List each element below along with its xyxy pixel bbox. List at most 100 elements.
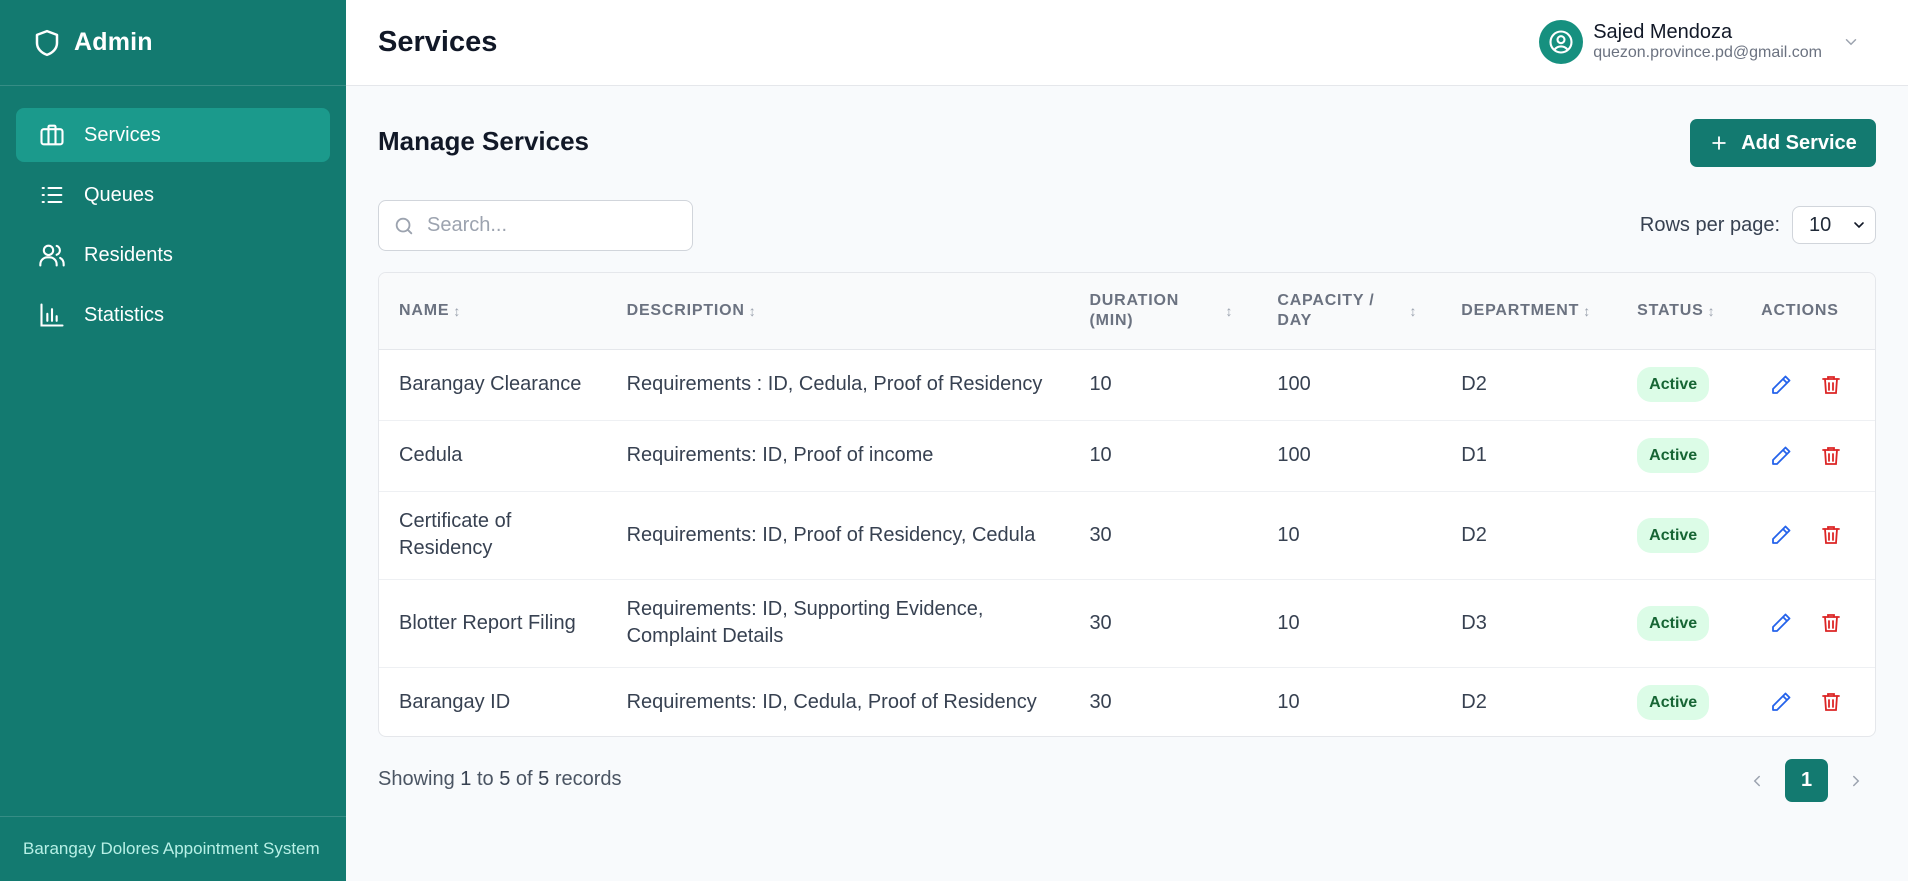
cell-actions — [1741, 491, 1875, 579]
brand-title: Admin — [74, 28, 153, 56]
edit-pencil-icon[interactable] — [1769, 373, 1793, 397]
section-title: Manage Services — [378, 126, 590, 156]
page-title: Services — [378, 26, 498, 58]
cell-actions — [1741, 579, 1875, 667]
column-header-name[interactable]: NAME ↕ — [379, 273, 607, 349]
cell-status: Active — [1617, 667, 1741, 736]
pagination: 1 — [1737, 759, 1876, 802]
search-input[interactable] — [427, 214, 667, 237]
top-header: Services Sajed Mendoza quezon.province.p… — [346, 0, 1908, 86]
cell-status: Active — [1617, 491, 1741, 579]
trash-icon[interactable] — [1819, 523, 1843, 547]
table-row: Barangay Clearance Requirements : ID, Ce… — [379, 349, 1875, 420]
chevron-left-icon — [1753, 775, 1760, 786]
chevron-right-icon — [1853, 775, 1860, 786]
edit-pencil-icon[interactable] — [1769, 444, 1793, 468]
cell-duration: 30 — [1089, 523, 1112, 546]
trash-icon[interactable] — [1819, 444, 1843, 468]
cell-department: D3 — [1461, 611, 1487, 634]
cell-name: Barangay ID — [399, 690, 511, 713]
search-box[interactable] — [378, 200, 693, 251]
sort-icon: ↕ — [1583, 302, 1591, 319]
status-badge: Active — [1637, 438, 1710, 473]
cell-capacity: 10 — [1277, 611, 1300, 634]
cell-capacity: 10 — [1277, 690, 1300, 713]
chevron-down-icon[interactable] — [1842, 33, 1860, 51]
cell-status: Active — [1617, 349, 1741, 420]
next-page-button[interactable] — [1836, 760, 1876, 802]
chevron-down-icon — [1854, 222, 1864, 229]
avatar — [1539, 20, 1584, 64]
sidebar: Admin Services Queues Residents Statisti… — [0, 0, 346, 881]
sidebar-nav: Services Queues Residents Statistics — [0, 86, 346, 370]
trash-icon[interactable] — [1819, 690, 1843, 714]
search-icon — [395, 217, 413, 234]
cell-department: D1 — [1461, 444, 1487, 466]
trash-icon[interactable] — [1819, 611, 1843, 635]
status-badge: Active — [1637, 684, 1710, 720]
column-header-status[interactable]: STATUS ↕ — [1617, 273, 1741, 349]
cell-description: Requirements: ID, Cedula, Proof of Resid… — [626, 690, 1037, 713]
cell-status: Active — [1617, 420, 1741, 491]
user-info: Sajed Mendoza quezon.province.pd@gmail.c… — [1593, 21, 1822, 63]
user-menu[interactable]: Sajed Mendoza quezon.province.pd@gmail.c… — [1539, 20, 1860, 64]
cell-actions — [1741, 349, 1875, 420]
sidebar-item-services[interactable]: Services — [16, 108, 330, 162]
edit-pencil-icon[interactable] — [1769, 523, 1793, 547]
column-header-description[interactable]: DESCRIPTION ↕ — [607, 273, 1070, 349]
cell-capacity: 100 — [1277, 444, 1311, 466]
cell-department: D2 — [1461, 690, 1487, 713]
sidebar-item-queues[interactable]: Queues — [16, 168, 330, 222]
add-service-button[interactable]: Add Service — [1690, 119, 1876, 167]
table-row: Certificate of Residency Requirements: I… — [379, 491, 1875, 579]
sidebar-item-statistics[interactable]: Statistics — [16, 288, 330, 342]
cell-department: D2 — [1461, 373, 1487, 395]
column-header-department[interactable]: DEPARTMENT ↕ — [1441, 273, 1617, 349]
table-row: Cedula Requirements: ID, Proof of income… — [379, 420, 1875, 491]
cell-capacity: 100 — [1277, 373, 1311, 395]
edit-pencil-icon[interactable] — [1769, 611, 1793, 635]
cell-description: Requirements: ID, Proof of income — [626, 444, 934, 466]
rows-per-page-label: Rows per page: — [1639, 213, 1780, 236]
sidebar-item-label: Statistics — [84, 303, 165, 326]
add-service-label: Add Service — [1741, 131, 1857, 154]
sort-icon: ↕ — [1707, 302, 1716, 319]
cell-capacity: 10 — [1277, 523, 1300, 546]
column-header-capacity[interactable]: CAPACITY / DAY ↕ — [1257, 273, 1441, 349]
table-row: Blotter Report Filing Requirements: ID, … — [379, 579, 1875, 667]
page-number-button[interactable]: 1 — [1785, 759, 1828, 802]
cell-status: Active — [1617, 579, 1741, 667]
user-email: quezon.province.pd@gmail.com — [1593, 44, 1822, 61]
cell-duration: 10 — [1089, 444, 1112, 466]
sort-icon: ↕ — [748, 302, 757, 319]
cell-duration: 30 — [1089, 611, 1112, 634]
cell-department: D2 — [1461, 523, 1487, 546]
status-badge: Active — [1637, 367, 1710, 402]
sidebar-item-residents[interactable]: Residents — [16, 228, 330, 282]
cell-name: Blotter Report Filing — [399, 611, 576, 634]
column-header-duration[interactable]: DURATION (MIN) ↕ — [1069, 273, 1257, 349]
rows-per-page-select[interactable]: 10 — [1792, 206, 1876, 244]
column-header-actions: ACTIONS — [1761, 301, 1839, 319]
bar-chart-icon — [40, 303, 64, 327]
status-badge: Active — [1637, 605, 1710, 641]
user-name: Sajed Mendoza — [1593, 21, 1733, 43]
edit-pencil-icon[interactable] — [1769, 690, 1793, 714]
cell-name: Barangay Clearance — [399, 373, 582, 395]
cell-actions — [1741, 420, 1875, 491]
cell-description: Requirements: ID, Supporting Evidence, C… — [626, 598, 984, 647]
services-table: NAME ↕ DESCRIPTION ↕ DURATION (MIN) ↕ CAPAC… — [378, 272, 1876, 737]
status-badge: Active — [1637, 517, 1710, 553]
cell-duration: 10 — [1089, 373, 1112, 395]
table-row: Barangay ID Requirements: ID, Cedula, Pr… — [379, 667, 1875, 736]
trash-icon[interactable] — [1819, 373, 1843, 397]
cell-duration: 30 — [1089, 690, 1112, 713]
prev-page-button[interactable] — [1737, 760, 1777, 802]
sort-icon: ↕ — [1225, 302, 1234, 319]
users-icon — [39, 244, 65, 267]
briefcase-icon — [40, 124, 64, 146]
cell-description: Requirements: ID, Proof of Residency, Ce… — [626, 523, 1036, 546]
list-icon — [41, 186, 63, 204]
table-header-row: NAME ↕ DESCRIPTION ↕ DURATION (MIN) ↕ CAPAC… — [379, 273, 1875, 349]
cell-actions — [1741, 667, 1875, 736]
